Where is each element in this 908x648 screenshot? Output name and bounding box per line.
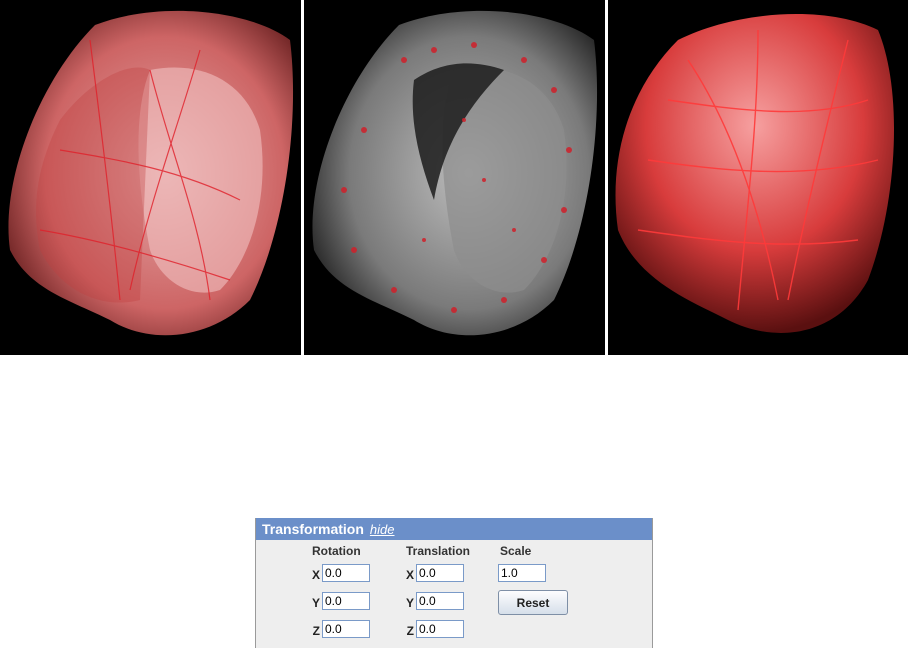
rotation-x-label: X bbox=[311, 568, 320, 582]
translation-z-label: Z bbox=[406, 624, 414, 638]
heart-render-right bbox=[615, 13, 895, 333]
rotation-x-input[interactable] bbox=[322, 564, 370, 582]
render-viewer bbox=[0, 0, 908, 355]
reset-button[interactable]: Reset bbox=[498, 590, 568, 615]
transformation-title: Transformation bbox=[262, 521, 364, 537]
translation-z-input[interactable] bbox=[416, 620, 464, 638]
heart-render-middle bbox=[312, 10, 598, 336]
rotation-y-label: Y bbox=[311, 596, 320, 610]
scale-heading: Scale bbox=[500, 544, 532, 558]
render-panel-left[interactable] bbox=[0, 0, 301, 355]
render-panel-right[interactable] bbox=[608, 0, 908, 355]
rotation-y-input[interactable] bbox=[322, 592, 370, 610]
heart-render-left bbox=[8, 10, 294, 336]
translation-y-label: Y bbox=[405, 596, 414, 610]
transformation-panel: Transformation hide Rotation Translation… bbox=[255, 518, 653, 648]
hide-link[interactable]: hide bbox=[370, 522, 395, 537]
rotation-z-label: Z bbox=[312, 624, 320, 638]
rotation-heading: Rotation bbox=[312, 544, 361, 558]
transformation-header: Transformation hide bbox=[256, 518, 652, 540]
render-panel-middle[interactable] bbox=[304, 0, 605, 355]
rotation-z-input[interactable] bbox=[322, 620, 370, 638]
translation-x-label: X bbox=[405, 568, 414, 582]
translation-x-input[interactable] bbox=[416, 564, 464, 582]
translation-heading: Translation bbox=[406, 544, 471, 558]
scale-input[interactable] bbox=[498, 564, 546, 582]
translation-y-input[interactable] bbox=[416, 592, 464, 610]
